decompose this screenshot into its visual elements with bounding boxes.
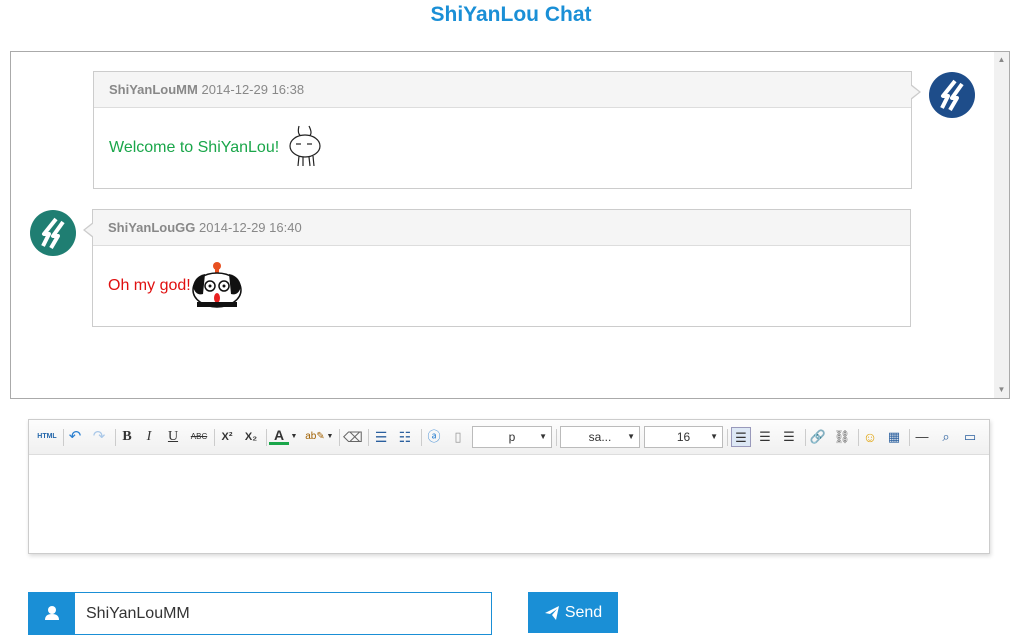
chat-scrollbar[interactable]: ▲ ▼ bbox=[994, 52, 1009, 398]
avatar bbox=[30, 210, 76, 256]
scroll-thumb[interactable] bbox=[996, 68, 1007, 380]
superscript-button[interactable]: X² bbox=[217, 427, 237, 447]
send-button[interactable]: Send bbox=[528, 592, 618, 633]
message-editor: HTML ↶ ↷ B I U ABC X² X₂ A ▼ ab✎ ▼ ⌫ ☰ ☷… bbox=[28, 419, 990, 554]
scroll-down-icon[interactable]: ▼ bbox=[994, 383, 1009, 397]
page-title: ShiYanLou Chat bbox=[430, 3, 592, 26]
horizontal-rule-icon[interactable]: — bbox=[912, 427, 932, 447]
unordered-list-icon[interactable]: ☷ bbox=[395, 427, 415, 447]
chevron-down-icon: ▼ bbox=[539, 432, 547, 441]
strikethrough-button[interactable]: ABC bbox=[186, 427, 212, 447]
align-right-icon[interactable]: ☰ bbox=[779, 427, 799, 447]
font-size-select[interactable]: 16 ▼ bbox=[644, 426, 723, 448]
chevron-down-icon[interactable]: ▼ bbox=[289, 427, 299, 447]
rabbit-emoji-icon bbox=[287, 122, 323, 175]
message-timestamp: 2014-12-29 16:40 bbox=[199, 220, 302, 235]
page-icon[interactable]: ▯ bbox=[448, 427, 468, 447]
redo-icon[interactable]: ↷ bbox=[89, 427, 109, 447]
message-text: Welcome to ShiYanLou! bbox=[109, 139, 280, 156]
avatar bbox=[929, 72, 975, 118]
font-color-button[interactable]: A bbox=[269, 427, 289, 445]
ordered-list-icon[interactable]: ☰ bbox=[371, 427, 391, 447]
subscript-button[interactable]: X₂ bbox=[241, 427, 261, 447]
message-body: Welcome to ShiYanLou! bbox=[94, 108, 911, 188]
send-label: Send bbox=[564, 603, 603, 621]
emoticon-icon[interactable]: ☺ bbox=[860, 427, 880, 447]
message-author: ShiYanLouGG bbox=[108, 220, 196, 235]
paper-plane-icon bbox=[544, 605, 559, 620]
underline-button[interactable]: U bbox=[163, 427, 183, 447]
paragraph-select[interactable]: p ▼ bbox=[472, 426, 552, 448]
align-left-icon[interactable]: ☰ bbox=[731, 427, 751, 447]
anchor-icon[interactable]: ⓐ bbox=[424, 427, 444, 447]
editor-content-area[interactable] bbox=[29, 455, 989, 553]
message-body: Oh my god! bbox=[93, 246, 910, 326]
chevron-down-icon: ▼ bbox=[627, 432, 635, 441]
chat-message: ShiYanLouMM 2014-12-29 16:38 Welcome to … bbox=[93, 71, 921, 189]
undo-icon[interactable]: ↶ bbox=[65, 427, 85, 447]
message-text: Oh my god! bbox=[108, 277, 191, 294]
html-source-button[interactable]: HTML bbox=[35, 427, 59, 447]
panda-emoji-icon bbox=[191, 260, 243, 313]
chat-message: ShiYanLouGG 2014-12-29 16:40 Oh my god! bbox=[83, 209, 911, 327]
preview-icon[interactable]: ⌕ bbox=[936, 427, 956, 447]
chevron-down-icon: ▼ bbox=[710, 432, 718, 441]
message-author: ShiYanLouMM bbox=[109, 82, 198, 97]
bold-button[interactable]: B bbox=[117, 427, 137, 447]
message-header: ShiYanLouGG 2014-12-29 16:40 bbox=[93, 210, 910, 246]
fullscreen-icon[interactable]: ▭ bbox=[960, 427, 980, 447]
video-icon[interactable]: ▦ bbox=[884, 427, 904, 447]
editor-toolbar: HTML ↶ ↷ B I U ABC X² X₂ A ▼ ab✎ ▼ ⌫ ☰ ☷… bbox=[29, 420, 989, 455]
message-header: ShiYanLouMM 2014-12-29 16:38 bbox=[94, 72, 911, 108]
chat-window: ShiYanLouMM 2014-12-29 16:38 Welcome to … bbox=[10, 51, 1010, 399]
username-input[interactable] bbox=[75, 593, 491, 634]
highlight-icon[interactable]: ab✎ bbox=[305, 427, 325, 447]
align-center-icon[interactable]: ☰ bbox=[755, 427, 775, 447]
message-timestamp: 2014-12-29 16:38 bbox=[201, 82, 305, 97]
scroll-up-icon[interactable]: ▲ bbox=[994, 53, 1009, 67]
username-group bbox=[28, 592, 492, 635]
chevron-down-icon[interactable]: ▼ bbox=[325, 427, 335, 447]
user-icon bbox=[29, 593, 75, 634]
unlink-icon[interactable]: ⛓ bbox=[832, 427, 852, 447]
eraser-icon[interactable]: ⌫ bbox=[343, 427, 363, 447]
font-family-select[interactable]: sa... ▼ bbox=[560, 426, 640, 448]
italic-button[interactable]: I bbox=[139, 427, 159, 447]
link-icon[interactable]: 🔗 bbox=[808, 427, 828, 447]
